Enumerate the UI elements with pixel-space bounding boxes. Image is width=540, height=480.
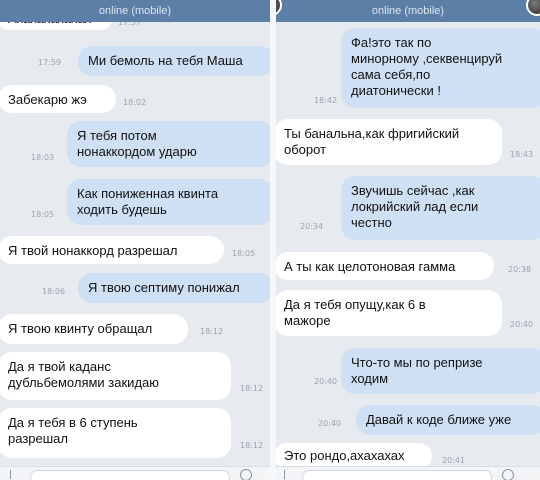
message-time: 18:05 [232, 249, 256, 258]
message-time: 20:34 [300, 222, 324, 231]
online-status: online (mobile) [371, 5, 445, 17]
message-bubble[interactable]: Что-то мы по репризе ходим [341, 348, 540, 394]
composer-cursor-mark [284, 470, 285, 479]
message-bubble[interactable]: А ты как целотоновая гамма [276, 252, 494, 280]
composer-cursor-mark [10, 470, 11, 479]
message-bubble[interactable]: Да я твой каданс дубльбемолями закидаю [0, 352, 231, 400]
message-bubble[interactable]: Давай к коде ближе уже [356, 405, 540, 435]
message-bubble[interactable]: Я твою квинту обращал [0, 314, 188, 344]
message-bubble[interactable]: Как пониженная квинта ходить будешь [67, 179, 270, 225]
message-bubble[interactable]: Я твою септиму понижал [78, 273, 270, 303]
message-time: 18:02 [123, 98, 147, 107]
message-time: 18:03 [31, 153, 55, 162]
message-bubble[interactable]: Ми бемоль на тебя Маша [78, 46, 270, 76]
message-time: 18:42 [314, 96, 338, 105]
message-bubble[interactable]: Я тебя потом нонаккордом ударю [67, 121, 270, 167]
message-bubble[interactable]: Звучишь сейчас ,как локрийский лад если … [341, 176, 540, 240]
message-bubble[interactable]: Да я тебя в 6 ступень разрешал [0, 408, 231, 458]
message-time: 18:06 [42, 287, 66, 296]
online-status: online (mobile) [98, 5, 172, 17]
message-time: 18:12 [200, 327, 224, 336]
message-time: 18:12 [240, 384, 264, 393]
message-bubble[interactable]: Фа!это так по минорному ,секвенцируй сам… [341, 28, 540, 108]
left-chat-panel: Ахахахахахах 17:57 online (mobile) 17:59… [0, 0, 270, 480]
message-time: 20:40 [314, 377, 338, 386]
message-bubble[interactable]: Да я тебя опущу,как 6 в мажоре [276, 290, 502, 336]
message-bubble[interactable]: Я твой нонаккорд разрешал [0, 236, 224, 264]
message-input[interactable] [30, 470, 230, 480]
message-time: 18:43 [510, 150, 534, 159]
chat-header: online (mobile) [276, 0, 540, 22]
message-time: 20:40 [318, 419, 342, 428]
message-bubble[interactable]: Забекарю жэ [0, 85, 116, 113]
right-chat-panel: online (mobile) 18:42 Фа!это так по мино… [276, 0, 540, 480]
message-time: 20:41 [442, 456, 466, 465]
message-time: 18:12 [240, 441, 264, 450]
message-bubble[interactable]: Ты банальна,как фригийский оборот [276, 119, 502, 165]
message-composer-bar [276, 466, 540, 480]
message-time: 20:40 [510, 320, 534, 329]
emoji-icon[interactable] [240, 469, 252, 480]
message-input[interactable] [302, 470, 492, 480]
chat-header: online (mobile) [0, 0, 270, 22]
message-time: 17:59 [38, 58, 62, 67]
message-composer-bar [0, 466, 270, 480]
message-time: 18:05 [31, 210, 55, 219]
emoji-icon[interactable] [502, 469, 514, 480]
message-time: 20:38 [508, 265, 532, 274]
